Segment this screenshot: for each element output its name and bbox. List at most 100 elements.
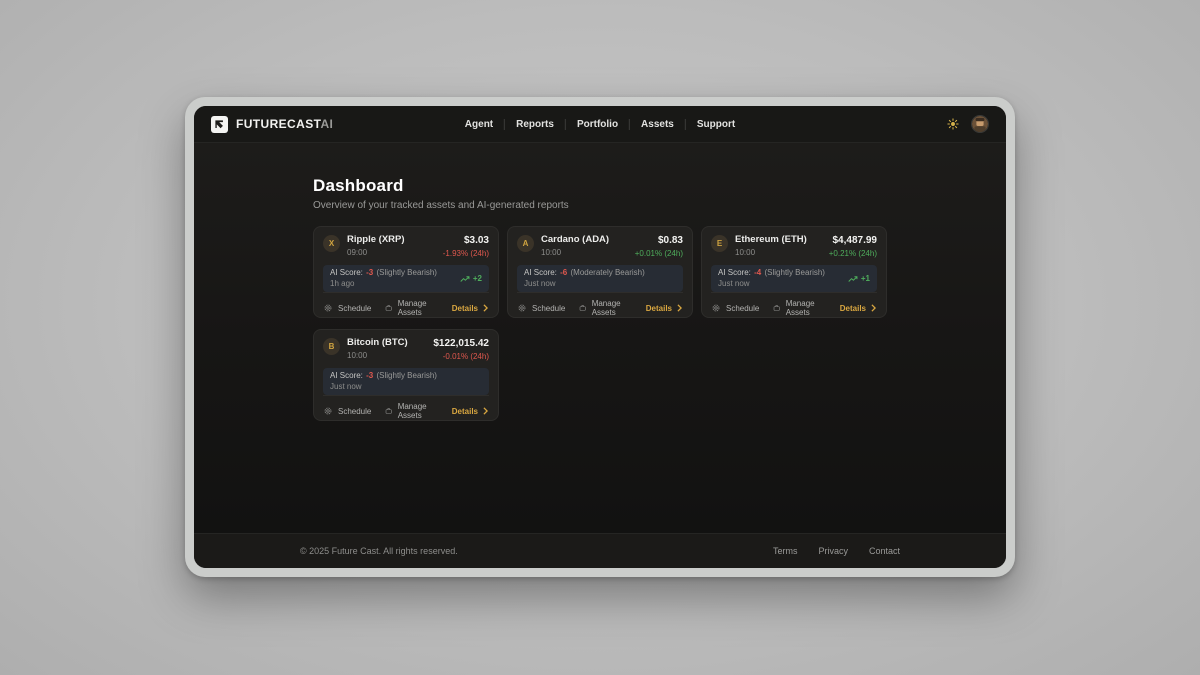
ai-score-panel: AI Score: -3 (Slightly Bearish) Just now	[323, 368, 489, 395]
ai-score-time: Just now	[330, 383, 437, 391]
asset-price: $4,487.99	[829, 235, 877, 246]
asset-price: $122,015.42	[433, 338, 489, 349]
footer-link-terms[interactable]: Terms	[773, 546, 798, 556]
theme-toggle-sun-icon[interactable]	[947, 118, 959, 130]
card-header: E Ethereum (ETH) 10:00 $4,487.99 +0.21% …	[711, 235, 877, 258]
page-footer: © 2025 Future Cast. All rights reserved.…	[194, 533, 1006, 568]
details-button[interactable]: Details	[452, 304, 489, 313]
ai-score-time: Just now	[524, 280, 645, 288]
schedule-button[interactable]: Schedule	[323, 406, 371, 416]
briefcase-icon	[385, 303, 392, 313]
details-button[interactable]: Details	[452, 407, 489, 416]
chevron-right-icon	[482, 304, 489, 312]
manage-assets-button[interactable]: Manage Assets	[579, 299, 631, 317]
asset-name: Ethereum (ETH)	[735, 235, 807, 245]
header-actions	[947, 115, 989, 133]
card-actions: Schedule Manage Assets Details	[711, 292, 877, 317]
asset-card-grid: X Ripple (XRP) 09:00 $3.03 -1.93% (24h) …	[313, 226, 887, 421]
asset-change: -1.93% (24h)	[443, 249, 489, 258]
footer-links: Terms Privacy Contact	[773, 546, 900, 556]
user-avatar[interactable]	[971, 115, 989, 133]
gear-icon	[323, 303, 333, 313]
asset-time: 09:00	[347, 248, 405, 257]
ai-score-value: -4	[754, 268, 761, 277]
schedule-button[interactable]: Schedule	[711, 303, 759, 313]
asset-time: 10:00	[735, 248, 807, 257]
asset-change: -0.01% (24h)	[433, 352, 489, 361]
ai-score-panel: AI Score: -6 (Moderately Bearish) Just n…	[517, 265, 683, 292]
nav-item-agent[interactable]: Agent	[465, 119, 493, 130]
asset-card-btc: B Bitcoin (BTC) 10:00 $122,015.42 -0.01%…	[313, 329, 499, 421]
schedule-button[interactable]: Schedule	[517, 303, 565, 313]
footer-link-contact[interactable]: Contact	[869, 546, 900, 556]
details-button[interactable]: Details	[646, 304, 683, 313]
page-subtitle: Overview of your tracked assets and AI-g…	[313, 200, 887, 211]
nav-divider	[565, 119, 566, 130]
chevron-right-icon	[870, 304, 877, 312]
ai-score-value: -3	[366, 268, 373, 277]
asset-time: 10:00	[541, 248, 609, 257]
chevron-right-icon	[482, 407, 489, 415]
nav-item-assets[interactable]: Assets	[641, 119, 674, 130]
main-nav: Agent Reports Portfolio Assets Support	[465, 119, 735, 130]
gear-icon	[517, 303, 527, 313]
card-header: X Ripple (XRP) 09:00 $3.03 -1.93% (24h)	[323, 235, 489, 258]
card-header: B Bitcoin (BTC) 10:00 $122,015.42 -0.01%…	[323, 338, 489, 361]
ai-score-time: Just now	[718, 280, 825, 288]
brand-name: FUTURECASTAI	[236, 117, 333, 131]
asset-name: Ripple (XRP)	[347, 235, 405, 245]
ai-sentiment: (Slightly Bearish)	[377, 371, 437, 380]
details-button[interactable]: Details	[840, 304, 877, 313]
gear-icon	[711, 303, 721, 313]
asset-badge: E	[711, 235, 728, 252]
main-content: Dashboard Overview of your tracked asset…	[194, 143, 1006, 533]
top-navbar: FUTURECASTAI Agent Reports Portfolio Ass…	[194, 106, 1006, 143]
ai-sentiment: (Slightly Bearish)	[377, 268, 437, 277]
nav-item-support[interactable]: Support	[697, 119, 735, 130]
nav-item-portfolio[interactable]: Portfolio	[577, 119, 618, 130]
ai-score-line: AI Score: -3 (Slightly Bearish)	[330, 269, 437, 277]
ai-score-panel: AI Score: -3 (Slightly Bearish) 1h ago +…	[323, 265, 489, 292]
manage-assets-button[interactable]: Manage Assets	[773, 299, 825, 317]
card-actions: Schedule Manage Assets Details	[517, 292, 683, 317]
asset-card-xrp: X Ripple (XRP) 09:00 $3.03 -1.93% (24h) …	[313, 226, 499, 318]
ai-score-line: AI Score: -4 (Slightly Bearish)	[718, 269, 825, 277]
trend-up-icon	[848, 275, 858, 283]
briefcase-icon	[773, 303, 780, 313]
gear-icon	[323, 406, 333, 416]
asset-card-ada: A Cardano (ADA) 10:00 $0.83 +0.01% (24h)…	[507, 226, 693, 318]
ai-sentiment: (Slightly Bearish)	[765, 268, 825, 277]
briefcase-icon	[385, 406, 392, 416]
nav-divider	[685, 119, 686, 130]
nav-divider	[629, 119, 630, 130]
asset-name: Bitcoin (BTC)	[347, 338, 408, 348]
ai-score-value: -3	[366, 371, 373, 380]
copyright-text: © 2025 Future Cast. All rights reserved.	[300, 546, 458, 556]
manage-assets-button[interactable]: Manage Assets	[385, 299, 437, 317]
brand-logo-icon	[211, 116, 228, 133]
card-actions: Schedule Manage Assets Details	[323, 292, 489, 317]
briefcase-icon	[579, 303, 586, 313]
screen: FUTURECASTAI Agent Reports Portfolio Ass…	[194, 106, 1006, 568]
schedule-button[interactable]: Schedule	[323, 303, 371, 313]
card-actions: Schedule Manage Assets Details	[323, 395, 489, 420]
ai-score-time: 1h ago	[330, 280, 437, 288]
brand-logo: FUTURECASTAI	[211, 116, 333, 133]
footer-link-privacy[interactable]: Privacy	[818, 546, 848, 556]
manage-assets-button[interactable]: Manage Assets	[385, 402, 437, 420]
ai-score-panel: AI Score: -4 (Slightly Bearish) Just now…	[711, 265, 877, 292]
asset-change: +0.21% (24h)	[829, 249, 877, 258]
ai-sentiment: (Moderately Bearish)	[571, 268, 645, 277]
asset-price: $3.03	[443, 235, 489, 246]
asset-card-eth: E Ethereum (ETH) 10:00 $4,487.99 +0.21% …	[701, 226, 887, 318]
asset-name: Cardano (ADA)	[541, 235, 609, 245]
chevron-right-icon	[676, 304, 683, 312]
nav-item-reports[interactable]: Reports	[516, 119, 554, 130]
asset-time: 10:00	[347, 351, 408, 360]
nav-divider	[504, 119, 505, 130]
page-title: Dashboard	[313, 176, 887, 196]
trend-indicator: +2	[460, 274, 482, 283]
card-header: A Cardano (ADA) 10:00 $0.83 +0.01% (24h)	[517, 235, 683, 258]
trend-up-icon	[460, 275, 470, 283]
app-window: FUTURECASTAI Agent Reports Portfolio Ass…	[185, 97, 1015, 577]
